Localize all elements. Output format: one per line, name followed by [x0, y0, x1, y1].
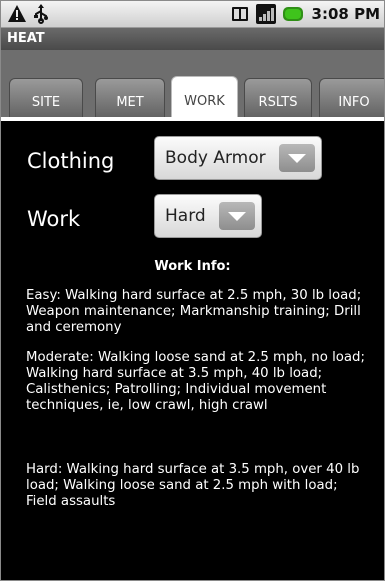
tab-rslts[interactable]: RSLTS	[244, 78, 312, 121]
tab-met[interactable]: MET	[95, 78, 165, 121]
app-frame: 3:08 PM HEAT SITE MET WORK RSLTS INFO Cl…	[0, 0, 385, 581]
chevron-down-icon	[219, 202, 255, 230]
status-bar: 3:08 PM	[1, 1, 384, 28]
work-spinner-value: Hard	[165, 206, 206, 226]
work-label: Work	[27, 207, 81, 231]
sim-card-icon	[230, 4, 250, 24]
tab-info[interactable]: INFO	[319, 78, 384, 121]
work-panel: Clothing Body Armor Work Hard Work Info:…	[1, 121, 384, 580]
work-info-easy: Easy: Walking hard surface at 2.5 mph, 3…	[26, 288, 362, 335]
chevron-down-icon	[279, 144, 315, 172]
clock: 3:08 PM	[311, 5, 380, 23]
clothing-label: Clothing	[27, 149, 115, 173]
work-info-title: Work Info:	[154, 259, 231, 274]
clothing-spinner-value: Body Armor	[165, 148, 266, 168]
tab-site[interactable]: SITE	[9, 78, 83, 121]
battery-icon	[282, 4, 304, 24]
work-spinner[interactable]: Hard	[154, 194, 262, 238]
clothing-spinner[interactable]: Body Armor	[154, 136, 322, 180]
work-info-hard: Hard: Walking hard surface at 3.5 mph, o…	[26, 462, 360, 509]
warning-icon	[7, 4, 27, 24]
tab-work[interactable]: WORK	[171, 76, 238, 122]
usb-icon	[31, 4, 51, 24]
app-title: HEAT	[1, 28, 384, 50]
work-info-moderate: Moderate: Walking loose sand at 2.5 mph,…	[26, 350, 365, 413]
tab-strip: SITE MET WORK RSLTS INFO	[1, 50, 384, 122]
signal-icon	[255, 4, 276, 24]
